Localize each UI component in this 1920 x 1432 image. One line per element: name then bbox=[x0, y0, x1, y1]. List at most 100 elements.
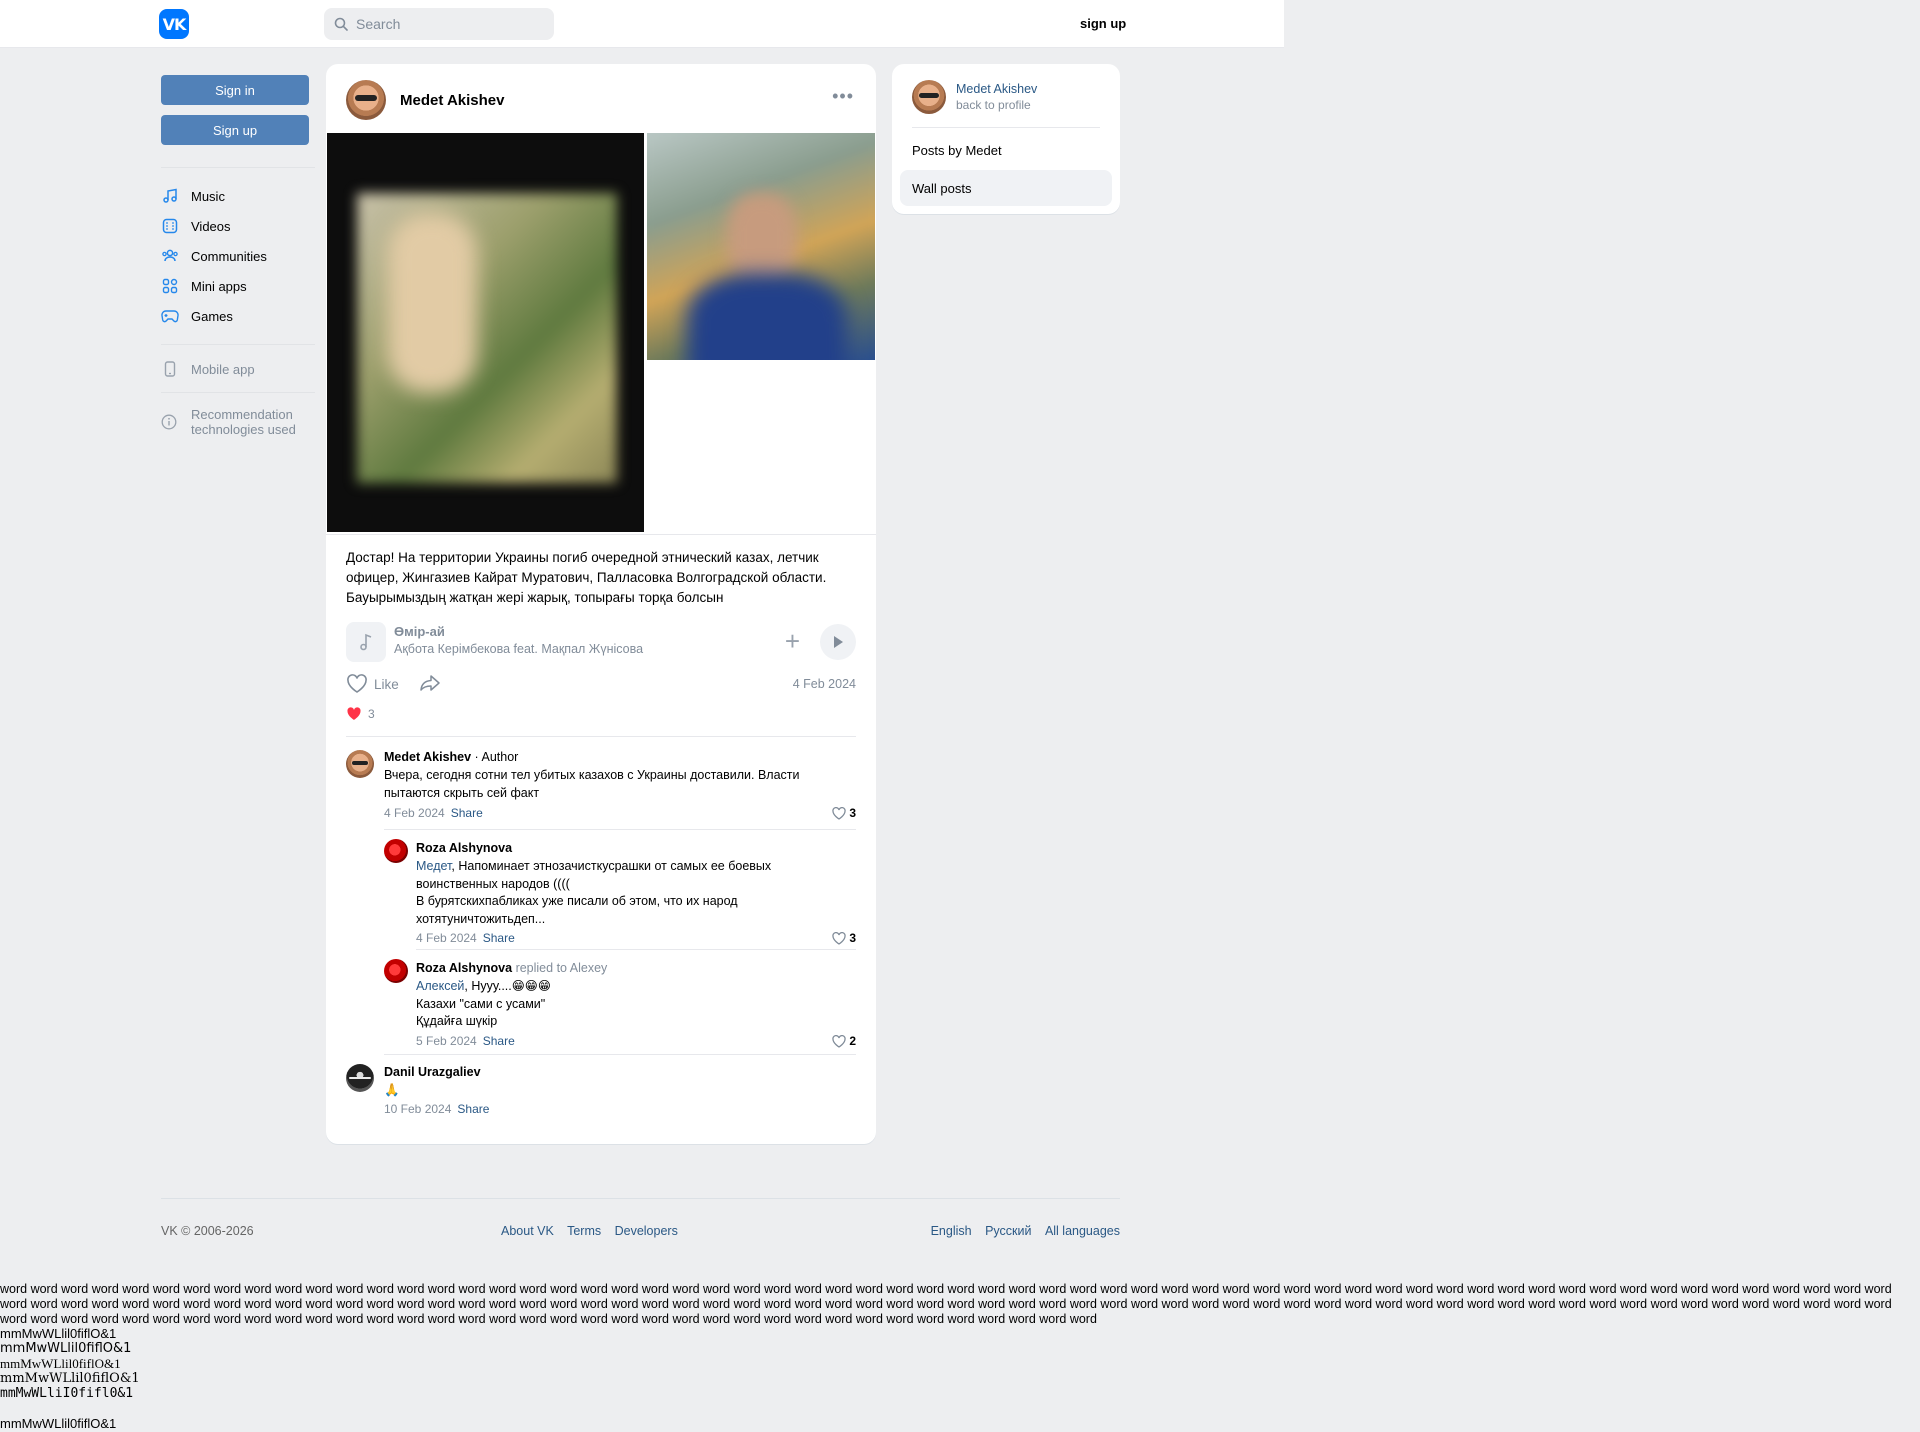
language-english[interactable]: English bbox=[931, 1224, 972, 1238]
sidebar-item-label: Videos bbox=[191, 218, 231, 234]
heart-outline-icon bbox=[832, 1034, 846, 1048]
comment-text: 🙏 bbox=[384, 1083, 400, 1097]
post-date[interactable]: 4 Feb 2024 bbox=[793, 677, 856, 691]
sidebar-item-mobile-app[interactable]: Mobile app bbox=[161, 357, 255, 381]
comment-reply-item: Roza Alshynova replied to Alexey Алексей… bbox=[384, 959, 856, 1049]
footer-links: About VK Terms Developers bbox=[501, 1224, 688, 1238]
sidebar-item-label: Mini apps bbox=[191, 278, 247, 294]
footer-link-about[interactable]: About VK bbox=[501, 1224, 554, 1238]
sidebar-divider bbox=[161, 392, 315, 393]
more-options-icon[interactable]: ••• bbox=[832, 87, 854, 105]
vk-logo[interactable]: VK bbox=[159, 9, 189, 39]
font-samples: mmMwWLlil0fiflO&1 mmMwWLlil0fiflO&1 mmMw… bbox=[0, 1326, 140, 1431]
photo-content bbox=[387, 213, 477, 393]
profile-name[interactable]: Medet Akishev bbox=[956, 82, 1037, 96]
comment-like-button[interactable]: 2 bbox=[832, 1034, 856, 1048]
search-input[interactable] bbox=[356, 16, 536, 32]
communities-icon bbox=[161, 247, 179, 265]
post-photo-main[interactable] bbox=[327, 133, 644, 532]
like-label: Like bbox=[374, 676, 399, 692]
comment-divider bbox=[384, 829, 856, 830]
menu-item-posts-by[interactable]: Posts by Medet bbox=[900, 132, 1112, 168]
heart-reaction-icon bbox=[347, 707, 361, 720]
sidebar-item-label: Communities bbox=[191, 248, 267, 264]
comment-reply-item: Roza Alshynova Медет, Напоминает этнозач… bbox=[384, 839, 856, 945]
search-box[interactable] bbox=[324, 8, 554, 40]
comment-divider bbox=[416, 949, 856, 950]
sidebar-divider bbox=[161, 344, 315, 345]
reactions-summary[interactable]: 3 bbox=[346, 706, 375, 722]
post-header: Medet Akishev bbox=[346, 80, 504, 120]
profile-panel: Medet Akishev back to profile Posts by M… bbox=[892, 64, 1120, 214]
comments-divider bbox=[346, 736, 856, 737]
author-avatar[interactable] bbox=[346, 80, 386, 120]
comment-item: Danil Urazgaliev 🙏 10 Feb 2024 Share bbox=[346, 1064, 856, 1124]
share-button[interactable] bbox=[419, 673, 441, 696]
commenter-name[interactable]: Roza Alshynova bbox=[416, 841, 512, 855]
panel-divider bbox=[912, 127, 1100, 128]
footer-link-terms[interactable]: Terms bbox=[567, 1224, 601, 1238]
comment-item: Medet Akishev · Author Вчера, сегодня со… bbox=[346, 750, 856, 820]
heart-outline-icon bbox=[832, 931, 846, 945]
mention-link[interactable]: Медет bbox=[416, 859, 451, 873]
font-sample: mmMwWLlil0fiflO&1 bbox=[0, 1341, 132, 1356]
comment-text: Вчера, сегодня сотни тел убитых казахов … bbox=[384, 768, 800, 800]
sidebar-item-videos[interactable]: Videos bbox=[161, 214, 231, 238]
heart-outline-icon bbox=[832, 806, 846, 820]
profile-avatar[interactable] bbox=[912, 80, 946, 114]
comment-date: 4 Feb 2024 bbox=[416, 931, 477, 945]
mention-link[interactable]: Алексей bbox=[416, 979, 464, 993]
commenter-avatar[interactable] bbox=[346, 750, 374, 778]
commenter-avatar[interactable] bbox=[384, 959, 408, 983]
comment-share-link[interactable]: Share bbox=[457, 1102, 489, 1116]
language-russian[interactable]: Русский bbox=[985, 1224, 1031, 1238]
share-icon bbox=[420, 674, 440, 691]
info-icon bbox=[161, 414, 179, 437]
comment-share-link[interactable]: Share bbox=[483, 1034, 515, 1048]
search-icon bbox=[334, 17, 348, 31]
comment-date: 5 Feb 2024 bbox=[416, 1034, 477, 1048]
audio-title[interactable]: Өмір-ай bbox=[394, 624, 445, 639]
sidebar-item-mini-apps[interactable]: Mini apps bbox=[161, 274, 247, 298]
header-signup-link[interactable]: sign up bbox=[1080, 16, 1126, 31]
commenter-name[interactable]: Roza Alshynova replied to Alexey bbox=[416, 961, 607, 975]
comment-share-link[interactable]: Share bbox=[483, 931, 515, 945]
back-to-profile[interactable]: back to profile bbox=[956, 98, 1037, 112]
comment-like-button[interactable]: 3 bbox=[832, 931, 856, 945]
post-card: Medet Akishev ••• Достар! На территории … bbox=[326, 64, 876, 1144]
language-all[interactable]: All languages bbox=[1045, 1224, 1120, 1238]
reactions-count: 3 bbox=[368, 707, 375, 721]
comment-like-button[interactable]: 3 bbox=[832, 806, 856, 820]
mini-apps-icon bbox=[161, 277, 179, 295]
recommendation-link[interactable]: Recommendation technologies used bbox=[161, 407, 296, 437]
heart-outline-icon bbox=[347, 674, 367, 693]
menu-item-wall-posts[interactable]: Wall posts bbox=[900, 170, 1112, 206]
footer-link-developers[interactable]: Developers bbox=[615, 1224, 678, 1238]
play-icon[interactable] bbox=[820, 624, 856, 660]
audio-attachment[interactable]: Өмір-ай Ақбота Керімбекова feat. Мақпал … bbox=[346, 622, 856, 662]
like-button[interactable]: Like bbox=[346, 674, 399, 694]
commenter-name[interactable]: Medet Akishev · Author bbox=[384, 750, 518, 764]
post-author-name[interactable]: Medet Akishev bbox=[400, 92, 504, 109]
commenter-name[interactable]: Danil Urazgaliev bbox=[384, 1065, 481, 1079]
commenter-avatar[interactable] bbox=[346, 1064, 374, 1092]
post-photo-secondary[interactable] bbox=[647, 133, 875, 360]
audio-artist[interactable]: Ақбота Керімбекова feat. Мақпал Жүнісова bbox=[394, 642, 643, 656]
profile-link[interactable]: Medet Akishev back to profile bbox=[912, 80, 1037, 114]
post-actions: Like 4 Feb 2024 bbox=[346, 672, 856, 696]
sidebar-item-games[interactable]: Games bbox=[161, 304, 233, 328]
top-header: VK sign up bbox=[0, 0, 1284, 48]
comment-meta: 4 Feb 2024 Share bbox=[416, 931, 515, 945]
comment-share-link[interactable]: Share bbox=[451, 806, 483, 820]
sign-up-button[interactable]: Sign up bbox=[161, 115, 309, 145]
sidebar-item-music[interactable]: Music bbox=[161, 184, 225, 208]
sidebar-item-label: Music bbox=[191, 188, 225, 204]
add-audio-icon[interactable]: + bbox=[785, 628, 800, 654]
language-links: English Русский All languages bbox=[931, 1224, 1130, 1238]
video-icon bbox=[161, 217, 179, 235]
sidebar-item-communities[interactable]: Communities bbox=[161, 244, 267, 268]
recommendation-line-1: Recommendation bbox=[191, 407, 293, 422]
commenter-avatar[interactable] bbox=[384, 839, 408, 863]
comment-meta: 4 Feb 2024 Share bbox=[384, 806, 483, 820]
sign-in-button[interactable]: Sign in bbox=[161, 75, 309, 105]
